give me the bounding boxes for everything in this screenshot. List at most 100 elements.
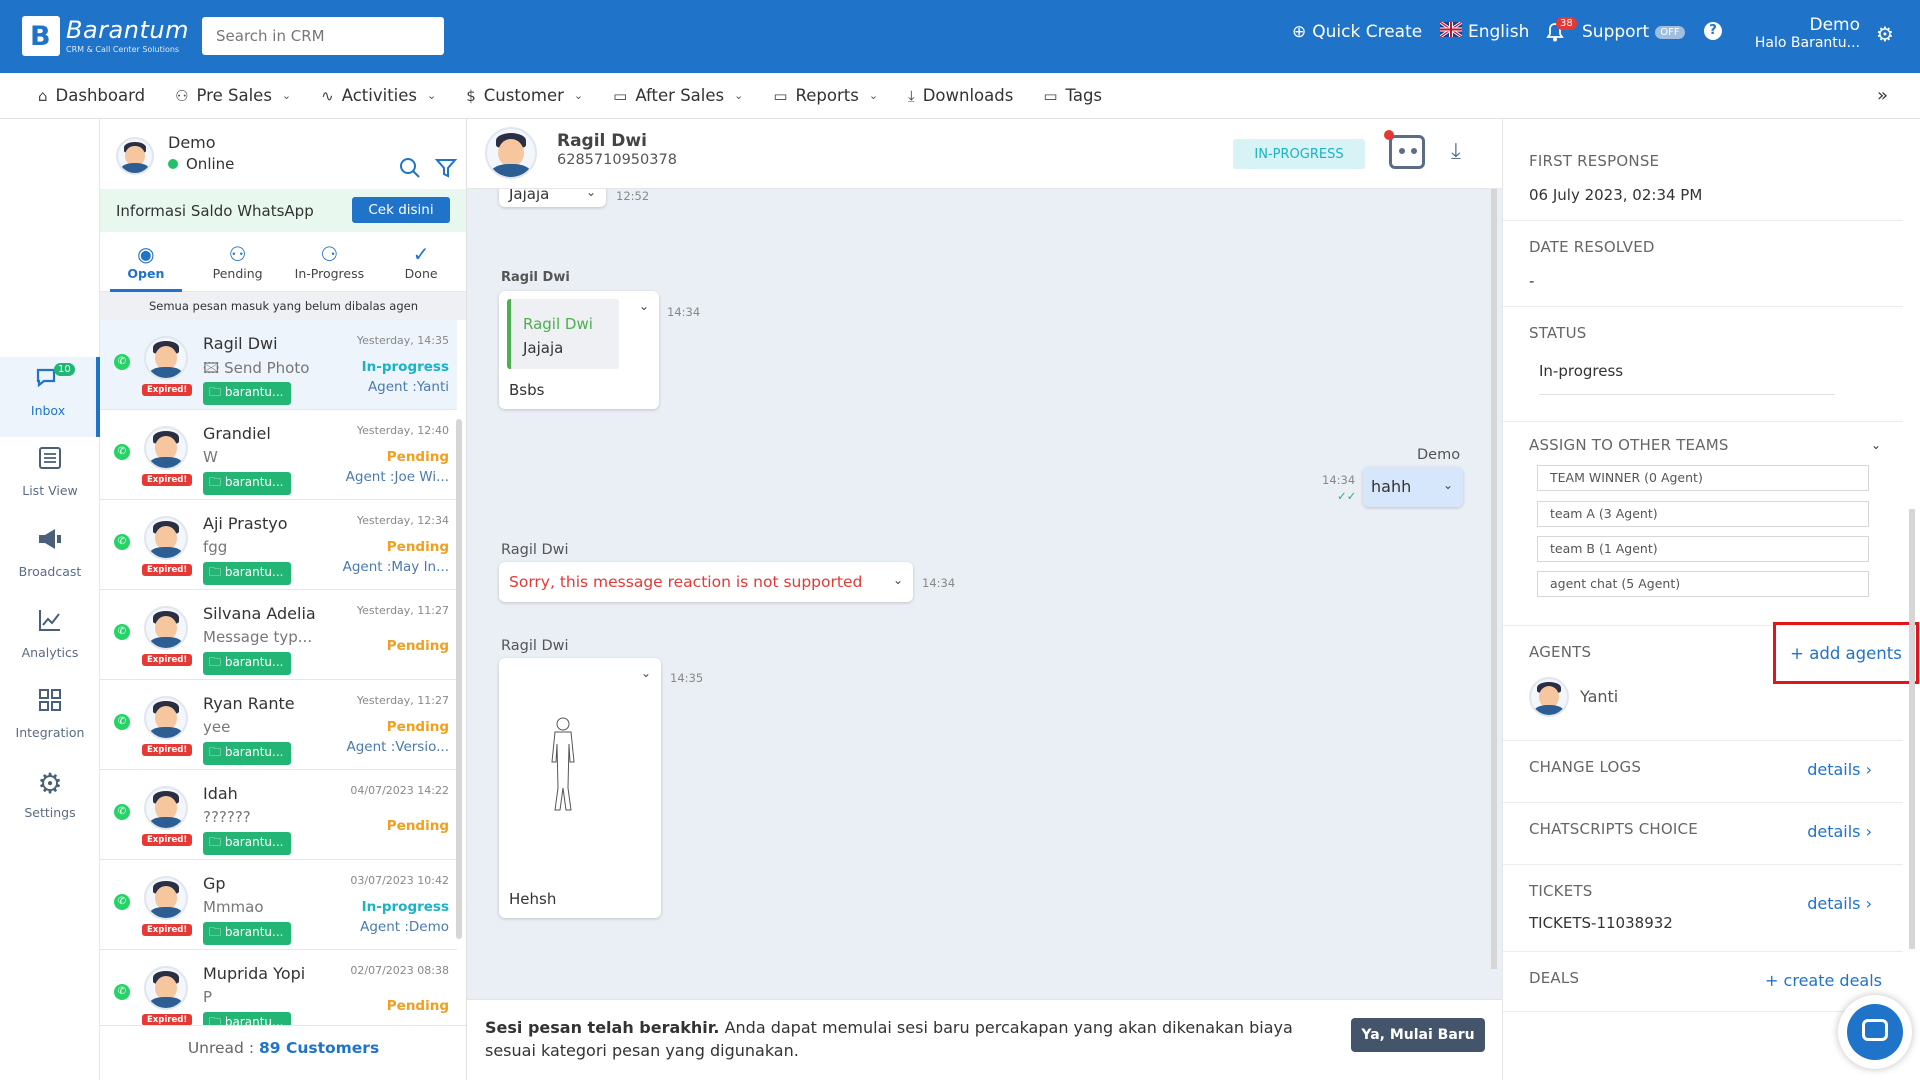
chevron-down-icon[interactable]: ⌄: [586, 189, 596, 199]
nav-customer[interactable]: $ Customer ⌄: [466, 86, 583, 105]
rail-inbox[interactable]: 10 Inbox: [0, 357, 100, 437]
nav-tags[interactable]: ▭ Tags: [1043, 86, 1102, 105]
image-message-bubble[interactable]: ⌄ Hehsh: [499, 658, 661, 918]
nav-activities[interactable]: ∿ Activities ⌄: [321, 86, 436, 105]
avatar: [144, 336, 188, 380]
rail-analytics[interactable]: Analytics: [0, 599, 100, 679]
add-agents-button[interactable]: + add agents: [1773, 622, 1919, 684]
users-icon: ⚇: [175, 86, 189, 105]
team-option[interactable]: team A (3 Agent): [1537, 501, 1869, 527]
create-deals-link[interactable]: + create deals: [1765, 971, 1882, 990]
tab-pending[interactable]: ⚇ Pending: [192, 232, 284, 291]
chevron-right-icon: ›: [1865, 760, 1872, 779]
nav-after-sales[interactable]: ▭ After Sales ⌄: [613, 86, 743, 105]
message-bubble-outgoing[interactable]: hahh ⌄: [1363, 467, 1463, 507]
unread-count-link[interactable]: 89 Customers: [259, 1039, 379, 1057]
nav-dashboard[interactable]: ⌂ Dashboard: [38, 86, 145, 105]
chevron-down-icon[interactable]: ⌄: [641, 666, 651, 680]
divider: [1503, 421, 1903, 422]
conversation-item[interactable]: ✆ Expired! Aji Prastyo fgg 🗀 barantu... Yeste…: [100, 500, 457, 590]
last-message: Message typ...: [203, 628, 313, 646]
contact-name: Gp: [203, 874, 226, 893]
change-logs-details-link[interactable]: details ›: [1807, 760, 1872, 779]
help-icon[interactable]: ?: [1704, 22, 1722, 40]
tab-in-progress[interactable]: ⚆ In-Progress: [284, 232, 376, 291]
conversation-item[interactable]: ✆ Expired! Ragil Dwi 🖾 Send Photo 🗀 barantu.…: [100, 320, 457, 410]
whatsapp-icon: ✆: [114, 624, 130, 640]
status-section: STATUS In-progress: [1529, 324, 1889, 395]
expired-badge: Expired!: [142, 924, 193, 936]
chat-header: Ragil Dwi 6285710950378 IN-PROGRESS ⤓: [467, 119, 1502, 189]
check-balance-button[interactable]: Cek disini: [352, 197, 450, 223]
nav-reports[interactable]: ▭ Reports ⌄: [773, 86, 878, 105]
nav-downloads[interactable]: ⤓ Downloads: [908, 86, 1013, 105]
team-option[interactable]: agent chat (5 Agent): [1537, 571, 1869, 597]
rail-broadcast[interactable]: Broadcast: [0, 518, 100, 598]
channel-tag: 🗀 barantu...: [203, 382, 291, 405]
conversation-item[interactable]: ✆ Expired! Silvana Adelia Message typ... 🗀 b…: [100, 590, 457, 680]
list-scrollbar[interactable]: [456, 419, 462, 939]
avatar: [144, 966, 188, 1010]
contact-name: Ragil Dwi: [203, 334, 278, 353]
avatar: [485, 127, 537, 179]
channel-tag: 🗀 barantu...: [203, 652, 291, 675]
support-toggle[interactable]: Support OFF: [1582, 22, 1685, 42]
tab-open[interactable]: ◉ Open: [100, 232, 192, 292]
avatar: [116, 137, 154, 175]
dollar-icon: $: [466, 86, 476, 105]
team-option[interactable]: team B (1 Agent): [1537, 536, 1869, 562]
conversation-item[interactable]: ✆ Expired! Ryan Rante yee 🗀 barantu... Yester…: [100, 680, 457, 770]
chevron-down-icon: ⌄: [281, 89, 292, 102]
tab-done[interactable]: ✓ Done: [375, 232, 466, 291]
download-icon[interactable]: ⤓: [1451, 139, 1461, 164]
rail-integration[interactable]: Integration: [0, 679, 100, 759]
details-scrollbar[interactable]: [1909, 509, 1915, 949]
rail-settings[interactable]: ⚙ Settings: [0, 759, 100, 839]
nav-expand-icon[interactable]: »: [1877, 85, 1888, 106]
message-bubble[interactable]: Sorry, this message reaction is not supp…: [499, 562, 913, 602]
chart-icon: [0, 607, 100, 637]
chevron-down-icon: ⌄: [427, 89, 437, 102]
message-sender: Demo: [1417, 447, 1461, 463]
crm-search-input[interactable]: [202, 17, 444, 55]
whatsapp-icon: ✆: [114, 894, 130, 910]
chat-bubble-icon: [0, 365, 96, 395]
gear-icon[interactable]: ⚙: [1876, 22, 1894, 46]
bot-icon[interactable]: [1384, 130, 1425, 169]
conversation-item[interactable]: ✆ Expired! Idah?????? 🗀 barantu... 04/07/202…: [100, 770, 457, 860]
rail-list-view[interactable]: List View: [0, 437, 100, 517]
nav-pre-sales[interactable]: ⚇ Pre Sales ⌄: [175, 86, 291, 105]
language-selector[interactable]: English: [1439, 20, 1529, 42]
double-check-icon: ✓✓: [1337, 489, 1357, 503]
contact-name: Ragil Dwi: [557, 131, 647, 151]
brand-logo[interactable]: B Barantum CRM & Call Center Solutions: [22, 16, 188, 56]
folder-icon: ▭: [1043, 86, 1058, 105]
contact-name: Muprida Yopi: [203, 964, 306, 983]
tickets-details-link[interactable]: details ›: [1807, 894, 1872, 913]
chevron-down-icon[interactable]: ⌄: [893, 573, 903, 587]
chevron-down-icon[interactable]: ⌄: [639, 299, 649, 313]
chevron-down-icon[interactable]: ⌄: [1871, 438, 1881, 452]
user-menu[interactable]: Demo Halo Barantu...: [1740, 15, 1860, 51]
team-option[interactable]: TEAM WINNER (0 Agent): [1537, 465, 1869, 491]
status-select[interactable]: In-progress: [1539, 362, 1835, 395]
status-label: Pending: [386, 449, 449, 465]
search-icon[interactable]: [399, 157, 421, 185]
live-chat-widget-button[interactable]: [1838, 995, 1912, 1069]
chevron-down-icon[interactable]: ⌄: [1443, 478, 1453, 492]
filter-icon[interactable]: [434, 157, 458, 185]
quick-create-button[interactable]: ⊕ Quick Create: [1292, 22, 1422, 42]
chat-scrollbar[interactable]: [1491, 189, 1497, 969]
brand-tagline: CRM & Call Center Solutions: [66, 45, 180, 54]
conversation-item[interactable]: ✆ Expired! Gp Mmmao 🗀 barantu... 03/07/2023 1…: [100, 860, 457, 950]
message-time: Yesterday, 12:34: [356, 514, 449, 527]
session-ended-message: Sesi pesan telah berakhir. Anda dapat me…: [485, 1018, 1293, 1060]
chevron-right-icon: ›: [1865, 822, 1872, 841]
message-bubble[interactable]: Jajaja ⌄: [499, 189, 606, 207]
assigned-agent: Agent :May In...: [342, 559, 449, 575]
start-new-session-button[interactable]: Ya, Mulai Baru: [1351, 1018, 1485, 1052]
conversation-item[interactable]: ✆ Expired! Grandiel W 🗀 barantu... Yesterday,…: [100, 410, 457, 500]
whatsapp-icon: ✆: [114, 984, 130, 1000]
message-bubble[interactable]: Ragil Dwi Jajaja ⌄ Bsbs: [499, 291, 659, 409]
chatscripts-details-link[interactable]: details ›: [1807, 822, 1872, 841]
